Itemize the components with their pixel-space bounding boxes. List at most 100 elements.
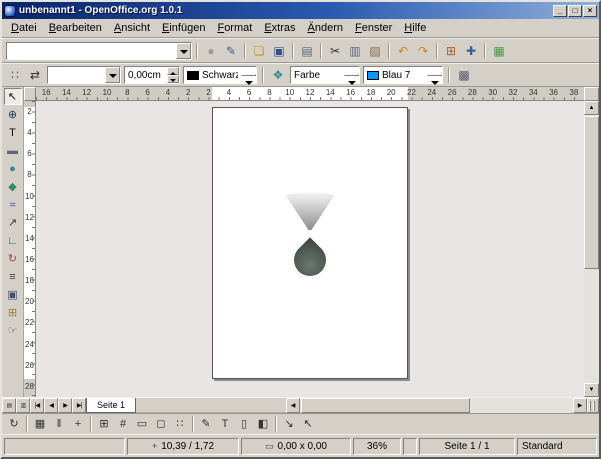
scroll-right-button[interactable]: ▶: [573, 398, 587, 413]
cut-icon[interactable]: ✂: [326, 42, 344, 60]
next-page-button[interactable]: ▶: [58, 398, 72, 413]
drawing-canvas[interactable]: [36, 101, 584, 397]
text-tool[interactable]: T: [4, 124, 22, 141]
menu-einfuegen[interactable]: Einfügen: [156, 20, 211, 36]
line-color-select[interactable]: Schwarz: [183, 66, 257, 84]
previous-page-button[interactable]: ◀: [44, 398, 58, 413]
page-view-toggle[interactable]: ▤: [2, 398, 16, 413]
menu-aendern[interactable]: Ändern: [302, 20, 349, 36]
status-page-cell[interactable]: Seite 1 / 1: [419, 438, 515, 455]
scroll-up-button[interactable]: ▲: [584, 101, 599, 115]
alignment-tool[interactable]: ≡: [4, 268, 22, 285]
lines-arrows-tool[interactable]: ↗: [4, 214, 22, 231]
snap-to-margins-icon[interactable]: ▭: [133, 415, 151, 433]
shadow-icon[interactable]: ▩: [455, 66, 473, 84]
arrange-tool[interactable]: ▣: [4, 286, 22, 303]
stop-loading-icon[interactable]: ●: [202, 42, 220, 60]
insert-tool[interactable]: ⊞: [4, 304, 22, 321]
line-ends-icon[interactable]: ⇄: [26, 66, 44, 84]
double-click-text-icon[interactable]: ▯: [235, 415, 253, 433]
scroll-left-button[interactable]: ◀: [286, 398, 300, 413]
edit-points-icon[interactable]: ∷: [6, 66, 24, 84]
connector-tool[interactable]: ∟: [4, 232, 22, 249]
undo-icon[interactable]: ↶: [394, 42, 412, 60]
scrollbar-corner-button[interactable]: [584, 87, 599, 101]
rectangle-tool[interactable]: ▬: [4, 142, 22, 159]
line-style-dropdown-button[interactable]: [105, 67, 120, 83]
horizontal-scroll-thumb[interactable]: [301, 398, 470, 413]
guides-when-moving-icon[interactable]: +: [69, 415, 87, 433]
fill-style-select[interactable]: Farbe: [290, 66, 360, 84]
vertical-ruler[interactable]: 246810121416182022242628: [24, 101, 36, 397]
modify-with-attributes-icon[interactable]: ◧: [254, 415, 272, 433]
redo-icon[interactable]: ↷: [414, 42, 432, 60]
fill-color-dropdown-button[interactable]: [427, 74, 442, 76]
scroll-down-button[interactable]: ▼: [584, 383, 599, 397]
paste-icon[interactable]: ▨: [366, 42, 384, 60]
window-split-handle[interactable]: [587, 398, 599, 413]
print-icon[interactable]: ▤: [298, 42, 316, 60]
status-size-cell[interactable]: ▭ 0,00 x 0,00: [241, 438, 351, 455]
last-page-button[interactable]: ▶|: [72, 398, 86, 413]
ruler-corner-button[interactable]: [24, 87, 36, 101]
close-button[interactable]: ×: [583, 5, 597, 17]
gallery-icon[interactable]: ▦: [490, 42, 508, 60]
line-color-dropdown-button[interactable]: [241, 74, 256, 76]
page[interactable]: [212, 107, 408, 379]
quick-edit-icon[interactable]: ✎: [197, 415, 215, 433]
snap-to-object-border-icon[interactable]: ◻: [152, 415, 170, 433]
fill-style-dropdown-button[interactable]: [344, 74, 359, 76]
show-grid-icon[interactable]: ▦: [31, 415, 49, 433]
menu-bearbeiten[interactable]: Bearbeiten: [43, 20, 108, 36]
fill-icon[interactable]: ❖: [269, 66, 287, 84]
layer-view-toggle[interactable]: ▥: [16, 398, 30, 413]
vertical-scrollbar[interactable]: ▲ ▼: [584, 101, 599, 397]
title-bar[interactable]: unbenannt1 - OpenOffice.org 1.0.1 _□×: [2, 2, 599, 19]
curve-tool[interactable]: ≈: [4, 196, 22, 213]
status-zoom-cell[interactable]: 36%: [353, 438, 401, 455]
snap-to-grid-icon[interactable]: ⊞: [95, 415, 113, 433]
save-document-icon[interactable]: ▣: [270, 42, 288, 60]
navigator-icon[interactable]: ✚: [462, 42, 480, 60]
page-tab-seite-1[interactable]: Seite 1: [86, 398, 136, 413]
menu-datei[interactable]: Datei: [5, 20, 43, 36]
url-input[interactable]: [7, 43, 176, 59]
insert-object-icon[interactable]: ⊞: [442, 42, 460, 60]
vertical-scroll-track[interactable]: [584, 115, 599, 383]
enter-group-icon[interactable]: ↘: [280, 415, 298, 433]
exit-group-icon[interactable]: ↖: [299, 415, 317, 433]
menu-extras[interactable]: Extras: [258, 20, 301, 36]
ellipse-tool[interactable]: ●: [4, 160, 22, 177]
rotation-mode-icon[interactable]: ↻: [5, 415, 23, 433]
maximize-button[interactable]: □: [568, 5, 582, 17]
spin-up-button[interactable]: [167, 67, 179, 75]
vertical-scroll-thumb[interactable]: [584, 116, 599, 269]
status-style-cell[interactable]: Standard: [517, 438, 597, 455]
line-style-select[interactable]: [47, 66, 121, 84]
line-width-input[interactable]: [125, 67, 167, 83]
horizontal-scrollbar[interactable]: ◀ ▶: [286, 398, 587, 413]
url-dropdown-button[interactable]: [176, 43, 191, 59]
open-document-icon[interactable]: ❏: [250, 42, 268, 60]
status-position-cell[interactable]: + 10,39 / 1,72: [127, 438, 239, 455]
menu-format[interactable]: Format: [211, 20, 258, 36]
horizontal-scroll-track[interactable]: [300, 398, 573, 413]
horizontal-ruler[interactable]: 1614121086422468101214161820222426283032…: [36, 87, 584, 101]
3d-objects-tool[interactable]: ◆: [4, 178, 22, 195]
zoom-tool[interactable]: ⊕: [4, 106, 22, 123]
show-snap-lines-icon[interactable]: ‖: [50, 415, 68, 433]
interaction-tool[interactable]: ☞: [4, 322, 22, 339]
snap-to-object-points-icon[interactable]: ∷: [171, 415, 189, 433]
fill-color-select[interactable]: Blau 7: [363, 66, 443, 84]
effects-tool[interactable]: ↻: [4, 250, 22, 267]
select-tool[interactable]: ↖: [4, 88, 22, 105]
snap-to-snap-lines-icon[interactable]: #: [114, 415, 132, 433]
minimize-button[interactable]: _: [553, 5, 567, 17]
copy-icon[interactable]: ▥: [346, 42, 364, 60]
menu-hilfe[interactable]: Hilfe: [398, 20, 432, 36]
first-page-button[interactable]: |◀: [30, 398, 44, 413]
edit-file-icon[interactable]: ✎: [222, 42, 240, 60]
menu-fenster[interactable]: Fenster: [349, 20, 398, 36]
select-text-area-icon[interactable]: T: [216, 415, 234, 433]
spin-down-button[interactable]: [167, 75, 179, 83]
